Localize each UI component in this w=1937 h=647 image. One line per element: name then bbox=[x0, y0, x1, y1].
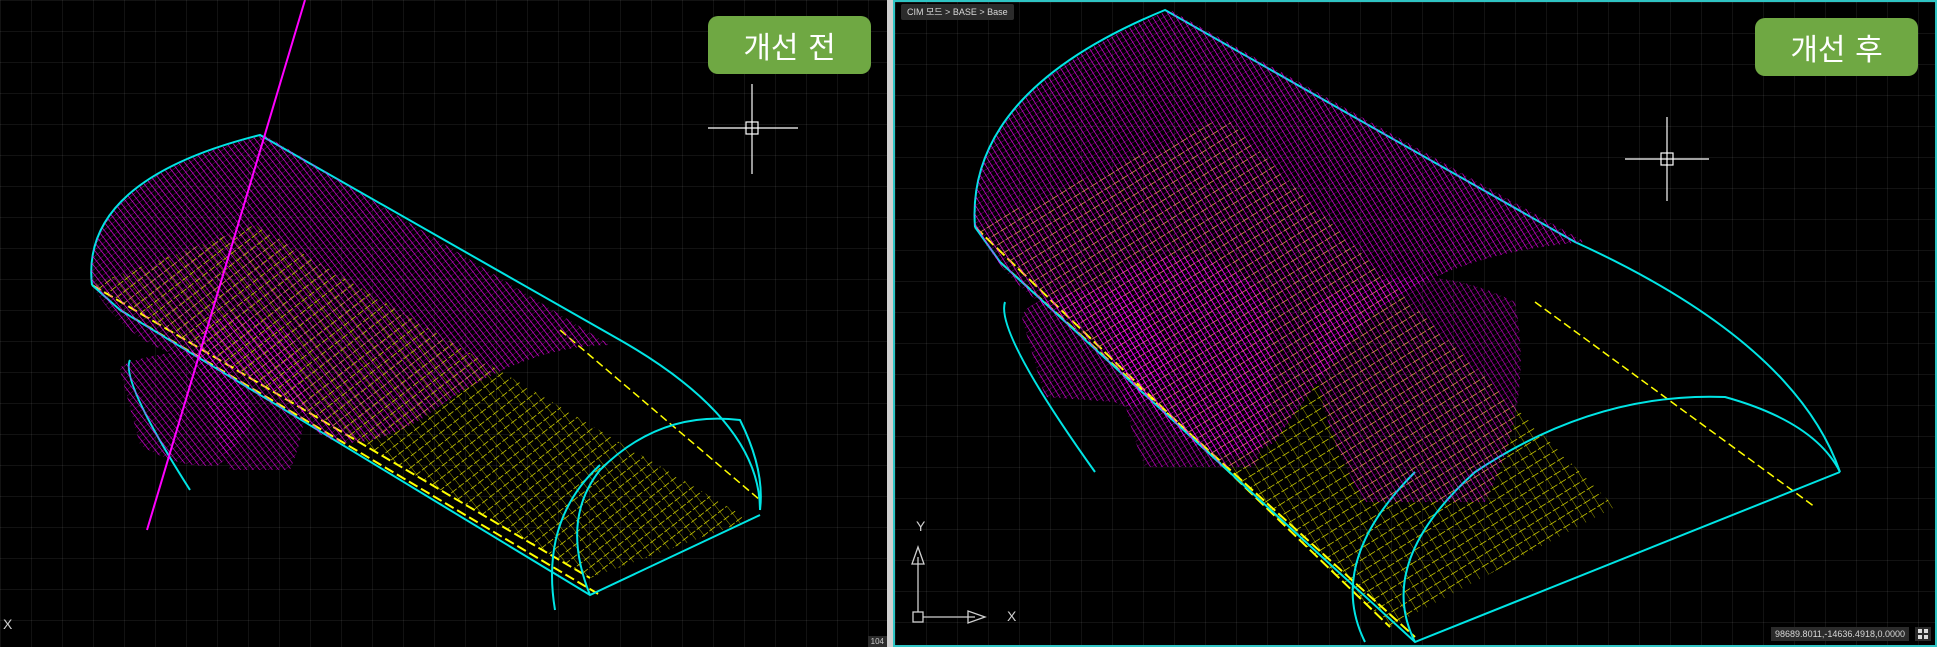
tunnel-model-before bbox=[90, 0, 798, 611]
breadcrumb[interactable]: CIM 모드 > BASE > Base bbox=[901, 4, 1014, 20]
viewport-after[interactable]: CIM 모드 > BASE > Base 개선 후 Y X 98689.8011… bbox=[893, 0, 1937, 647]
scale-indicator: 104 bbox=[867, 636, 887, 647]
axis-x-label: X bbox=[1007, 608, 1017, 624]
after-badge: 개선 후 bbox=[1755, 18, 1918, 76]
magenta-mesh bbox=[974, 10, 1585, 502]
crosshair-cursor bbox=[1625, 117, 1709, 201]
coordinate-readout: 98689.8011,-14636.4918,0.0000 bbox=[1771, 627, 1909, 641]
grid-icon bbox=[1918, 629, 1928, 639]
ucs-axis-icon bbox=[911, 545, 987, 624]
viewport-before[interactable]: 개선 전 X 104 bbox=[0, 0, 887, 647]
crosshair-cursor bbox=[708, 84, 798, 174]
grid-toggle-button[interactable] bbox=[1915, 627, 1931, 641]
axis-x-label: X bbox=[3, 616, 13, 632]
axis-y-label: Y bbox=[916, 518, 926, 534]
tunnel-model-after bbox=[911, 8, 1841, 644]
before-badge: 개선 전 bbox=[708, 16, 871, 74]
